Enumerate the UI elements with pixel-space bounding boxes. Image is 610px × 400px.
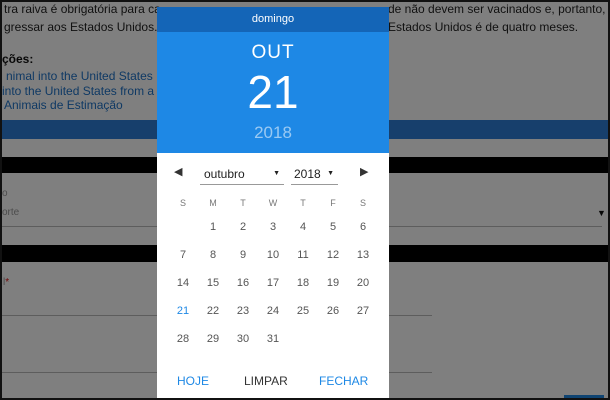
calendar-day[interactable]: 29 xyxy=(198,325,228,353)
calendar-day[interactable]: 23 xyxy=(228,297,258,325)
header-day: 21 xyxy=(247,66,299,118)
year-select-value: 2018 xyxy=(294,167,321,181)
calendar-day[interactable]: 9 xyxy=(228,241,258,269)
calendar-empty-cell xyxy=(168,213,198,241)
date-header: OUT 21 2018 xyxy=(157,32,389,153)
month-navigation: ◀ outubro ▼ 2018 ▼ ▶ xyxy=(157,163,389,187)
calendar-day[interactable]: 15 xyxy=(198,269,228,297)
calendar-week-row: 123456 xyxy=(168,213,378,241)
calendar-day[interactable]: 7 xyxy=(168,241,198,269)
today-button[interactable]: HOJE xyxy=(177,374,209,388)
calendar-day[interactable]: 19 xyxy=(318,269,348,297)
chevron-down-icon: ▼ xyxy=(327,170,334,177)
calendar-grid: S M T W T F S 1 2 3 4 5 6 7 8 9 10 11 12 13 14 15 16 17 1… xyxy=(168,193,378,353)
calendar-day[interactable]: 22 xyxy=(198,297,228,325)
header-month: OUT xyxy=(251,42,295,63)
calendar-day[interactable]: 3 xyxy=(258,213,288,241)
calendar-week-row: 28 29 30 31 xyxy=(168,325,378,353)
calendar-empty-cell xyxy=(288,325,318,353)
calendar-day[interactable]: 1 xyxy=(198,213,228,241)
close-button[interactable]: FECHAR xyxy=(319,374,368,388)
calendar-day[interactable]: 13 xyxy=(348,241,378,269)
calendar-empty-cell xyxy=(348,325,378,353)
calendar-day[interactable]: 11 xyxy=(288,241,318,269)
day-header: S xyxy=(359,198,366,208)
triangle-left-icon[interactable]: ◀ xyxy=(174,165,182,178)
calendar-weeks: 1 2 3 4 5 6 7 8 9 10 11 12 13 14 15 16 17 18 19 20 21 22 23 24 2… xyxy=(168,213,378,353)
calendar-week-row: 7 8 9 10 11 12 13 xyxy=(168,241,378,269)
calendar-day[interactable]: 24 xyxy=(258,297,288,325)
day-header: S xyxy=(179,198,186,208)
calendar-day[interactable]: 31 xyxy=(258,325,288,353)
calendar-day[interactable]: 25 xyxy=(288,297,318,325)
day-of-week-header: S M T W T F S xyxy=(168,193,378,213)
chevron-down-icon: ▼ xyxy=(273,170,280,177)
date-picker-footer: HOJE LIMPAR FECHAR xyxy=(157,374,389,394)
calendar-day[interactable]: 10 xyxy=(258,241,288,269)
month-select-value: outubro xyxy=(204,167,245,181)
calendar-day[interactable]: 28 xyxy=(168,325,198,353)
calendar-day[interactable]: 27 xyxy=(348,297,378,325)
header-year: 2018 xyxy=(254,123,292,142)
calendar-day[interactable]: 30 xyxy=(228,325,258,353)
weekday-bar: domingo xyxy=(157,7,389,32)
month-select[interactable]: outubro ▼ xyxy=(200,163,284,185)
calendar-day[interactable]: 2 xyxy=(228,213,258,241)
year-select[interactable]: 2018 ▼ xyxy=(291,163,338,185)
date-picker-dialog: domingo OUT 21 2018 ◀ outubro ▼ 2018 ▼ ▶… xyxy=(157,7,389,400)
calendar-day[interactable]: 17 xyxy=(258,269,288,297)
calendar-week-row: 14 15 16 17 18 19 20 xyxy=(168,269,378,297)
calendar-day[interactable]: 21 xyxy=(168,297,198,325)
day-header: T xyxy=(240,198,246,208)
day-header: T xyxy=(300,198,306,208)
clear-button[interactable]: LIMPAR xyxy=(244,374,288,388)
calendar-day[interactable]: 8 xyxy=(198,241,228,269)
calendar-day[interactable]: 26 xyxy=(318,297,348,325)
day-header: M xyxy=(209,198,217,208)
calendar-empty-cell xyxy=(318,325,348,353)
calendar-day[interactable]: 20 xyxy=(348,269,378,297)
calendar-week-row: 21 22 23 24 25 26 27 xyxy=(168,297,378,325)
calendar-day[interactable]: 4 xyxy=(288,213,318,241)
calendar-day[interactable]: 12 xyxy=(318,241,348,269)
calendar-day[interactable]: 6 xyxy=(348,213,378,241)
triangle-right-icon[interactable]: ▶ xyxy=(360,165,368,178)
day-header: W xyxy=(268,198,278,208)
calendar-day[interactable]: 16 xyxy=(228,269,258,297)
calendar-day[interactable]: 18 xyxy=(288,269,318,297)
day-header: F xyxy=(330,198,336,208)
calendar-day[interactable]: 5 xyxy=(318,213,348,241)
calendar-day[interactable]: 14 xyxy=(168,269,198,297)
